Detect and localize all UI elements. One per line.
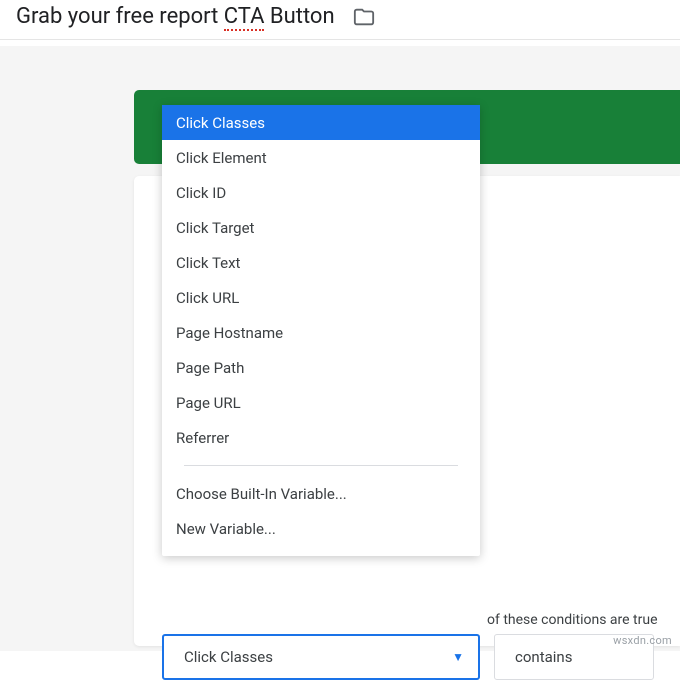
menu-item-new-variable[interactable]: New Variable... [162, 511, 480, 546]
menu-item-page-hostname[interactable]: Page Hostname [162, 315, 480, 350]
conditions-helper-text: of these conditions are true [487, 606, 674, 634]
page-header: Grab your free report CTA Button [0, 0, 680, 40]
menu-item-click-element[interactable]: Click Element [162, 140, 480, 175]
menu-item-click-text[interactable]: Click Text [162, 245, 480, 280]
menu-item-click-target[interactable]: Click Target [162, 210, 480, 245]
menu-item-click-url[interactable]: Click URL [162, 280, 480, 315]
title-emphasis: CTA [224, 4, 265, 31]
dropdown-icon: ▼ [452, 650, 464, 664]
title-suffix: Button [270, 4, 335, 29]
menu-item-page-url[interactable]: Page URL [162, 385, 480, 420]
watermark: wsxdn.com [613, 634, 672, 647]
menu-item-choose-builtin[interactable]: Choose Built-In Variable... [162, 476, 480, 511]
menu-item-click-classes[interactable]: Click Classes [162, 105, 480, 140]
menu-item-click-id[interactable]: Click ID [162, 175, 480, 210]
page-title[interactable]: Grab your free report CTA Button [16, 4, 335, 29]
variable-select[interactable]: Click Classes ▼ [162, 634, 480, 680]
folder-icon[interactable] [353, 6, 375, 28]
menu-item-referrer[interactable]: Referrer [162, 420, 480, 455]
menu-divider [184, 465, 458, 466]
title-prefix: Grab your free report [16, 4, 218, 29]
conditions-helper-label: of these conditions are true [487, 612, 658, 628]
menu-item-page-path[interactable]: Page Path [162, 350, 480, 385]
variable-dropdown-menu: Click Classes Click Element Click ID Cli… [162, 105, 480, 556]
stage: of these conditions are true Click Class… [0, 46, 680, 651]
